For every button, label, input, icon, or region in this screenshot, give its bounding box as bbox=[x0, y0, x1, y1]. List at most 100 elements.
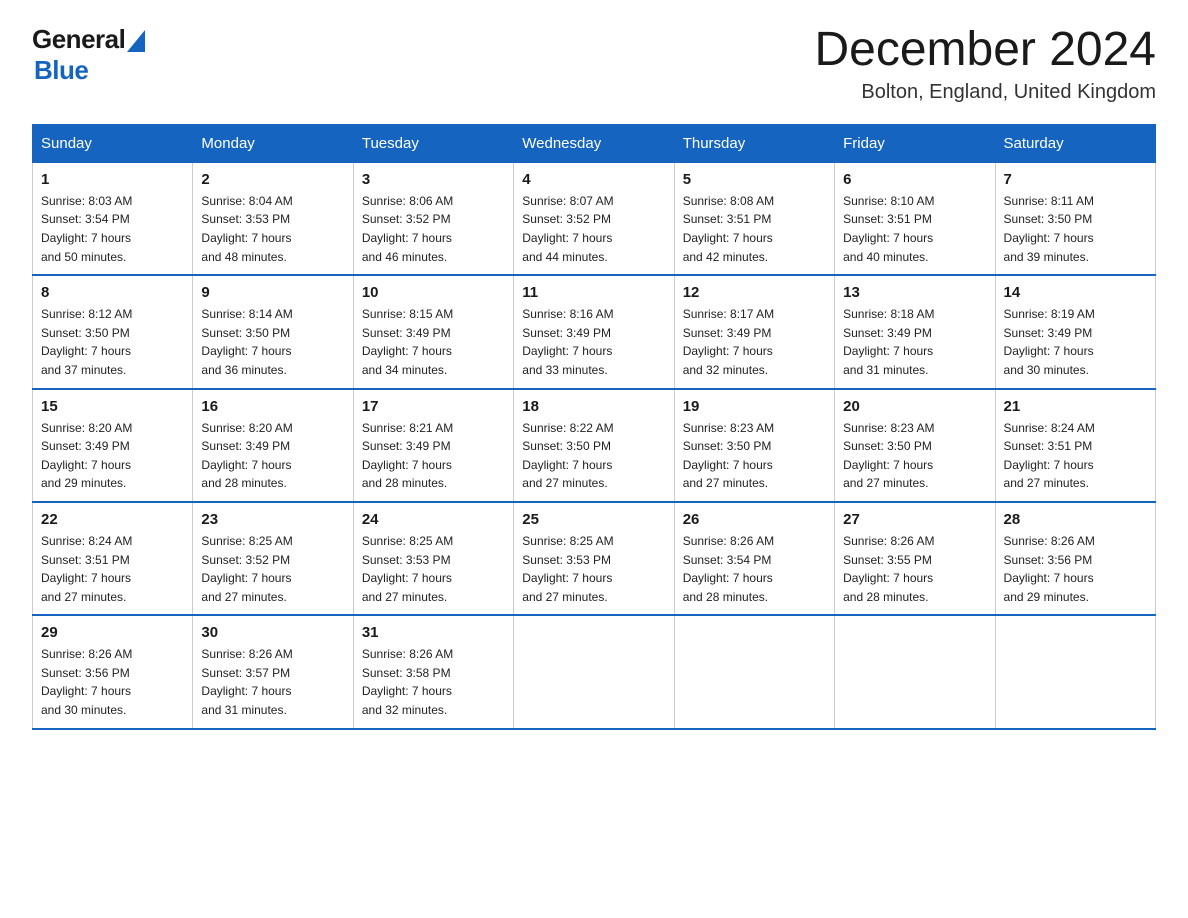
day-info: Sunrise: 8:20 AMSunset: 3:49 PMDaylight:… bbox=[41, 419, 184, 493]
col-saturday: Saturday bbox=[995, 124, 1155, 162]
calendar-cell: 2Sunrise: 8:04 AMSunset: 3:53 PMDaylight… bbox=[193, 162, 353, 275]
day-number: 28 bbox=[1004, 511, 1147, 528]
logo: General Blue bbox=[32, 24, 145, 86]
day-number: 29 bbox=[41, 624, 184, 641]
day-info: Sunrise: 8:26 AMSunset: 3:54 PMDaylight:… bbox=[683, 532, 826, 606]
calendar-cell: 22Sunrise: 8:24 AMSunset: 3:51 PMDayligh… bbox=[33, 502, 193, 615]
day-info: Sunrise: 8:23 AMSunset: 3:50 PMDaylight:… bbox=[683, 419, 826, 493]
day-info: Sunrise: 8:26 AMSunset: 3:56 PMDaylight:… bbox=[1004, 532, 1147, 606]
day-info: Sunrise: 8:06 AMSunset: 3:52 PMDaylight:… bbox=[362, 192, 505, 266]
day-info: Sunrise: 8:26 AMSunset: 3:58 PMDaylight:… bbox=[362, 645, 505, 719]
calendar-cell: 8 Sunrise: 8:12 AMSunset: 3:50 PMDaylight… bbox=[33, 275, 193, 388]
calendar-cell: 16 Sunrise: 8:20 AMSunset: 3:49 PMDayligh… bbox=[193, 389, 353, 502]
day-number: 17 bbox=[362, 398, 505, 415]
day-number: 5 bbox=[683, 171, 826, 188]
calendar-cell bbox=[995, 615, 1155, 728]
calendar-table: Sunday Monday Tuesday Wednesday Thursday… bbox=[32, 124, 1156, 730]
calendar-cell bbox=[514, 615, 674, 728]
calendar-cell: 9 Sunrise: 8:14 AMSunset: 3:50 PMDaylight… bbox=[193, 275, 353, 388]
day-info: Sunrise: 8:14 AMSunset: 3:50 PMDaylight:… bbox=[201, 305, 344, 379]
calendar-cell: 3Sunrise: 8:06 AMSunset: 3:52 PMDaylight… bbox=[353, 162, 513, 275]
col-sunday: Sunday bbox=[33, 124, 193, 162]
calendar-body: 1Sunrise: 8:03 AMSunset: 3:54 PMDaylight… bbox=[33, 162, 1156, 728]
day-number: 16 bbox=[201, 398, 344, 415]
day-info: Sunrise: 8:23 AMSunset: 3:50 PMDaylight:… bbox=[843, 419, 986, 493]
calendar-cell: 31 Sunrise: 8:26 AMSunset: 3:58 PMDayligh… bbox=[353, 615, 513, 728]
col-thursday: Thursday bbox=[674, 124, 834, 162]
day-number: 11 bbox=[522, 284, 665, 301]
calendar-cell: 18 Sunrise: 8:22 AMSunset: 3:50 PMDayligh… bbox=[514, 389, 674, 502]
calendar-cell: 4Sunrise: 8:07 AMSunset: 3:52 PMDaylight… bbox=[514, 162, 674, 275]
calendar-cell: 20 Sunrise: 8:23 AMSunset: 3:50 PMDayligh… bbox=[835, 389, 995, 502]
day-number: 12 bbox=[683, 284, 826, 301]
day-info: Sunrise: 8:07 AMSunset: 3:52 PMDaylight:… bbox=[522, 192, 665, 266]
day-number: 8 bbox=[41, 284, 184, 301]
calendar-week-row: 1Sunrise: 8:03 AMSunset: 3:54 PMDaylight… bbox=[33, 162, 1156, 275]
day-info: Sunrise: 8:11 AMSunset: 3:50 PMDaylight:… bbox=[1004, 192, 1147, 266]
calendar-cell: 14Sunrise: 8:19 AMSunset: 3:49 PMDayligh… bbox=[995, 275, 1155, 388]
calendar-cell: 7 Sunrise: 8:11 AMSunset: 3:50 PMDaylight… bbox=[995, 162, 1155, 275]
calendar-cell: 28 Sunrise: 8:26 AMSunset: 3:56 PMDayligh… bbox=[995, 502, 1155, 615]
logo-arrow-icon bbox=[127, 30, 145, 52]
month-title: December 2024 bbox=[814, 24, 1156, 77]
day-info: Sunrise: 8:12 AMSunset: 3:50 PMDaylight:… bbox=[41, 305, 184, 379]
day-info: Sunrise: 8:16 AMSunset: 3:49 PMDaylight:… bbox=[522, 305, 665, 379]
calendar-cell: 6Sunrise: 8:10 AMSunset: 3:51 PMDaylight… bbox=[835, 162, 995, 275]
title-section: December 2024 Bolton, England, United Ki… bbox=[814, 24, 1156, 104]
calendar-cell bbox=[835, 615, 995, 728]
calendar-cell: 24Sunrise: 8:25 AMSunset: 3:53 PMDayligh… bbox=[353, 502, 513, 615]
day-number: 9 bbox=[201, 284, 344, 301]
calendar-week-row: 15 Sunrise: 8:20 AMSunset: 3:49 PMDayligh… bbox=[33, 389, 1156, 502]
calendar-cell: 15 Sunrise: 8:20 AMSunset: 3:49 PMDayligh… bbox=[33, 389, 193, 502]
calendar-week-row: 22Sunrise: 8:24 AMSunset: 3:51 PMDayligh… bbox=[33, 502, 1156, 615]
calendar-week-row: 8 Sunrise: 8:12 AMSunset: 3:50 PMDaylight… bbox=[33, 275, 1156, 388]
day-info: Sunrise: 8:26 AMSunset: 3:57 PMDaylight:… bbox=[201, 645, 344, 719]
day-number: 26 bbox=[683, 511, 826, 528]
calendar-cell: 21 Sunrise: 8:24 AMSunset: 3:51 PMDayligh… bbox=[995, 389, 1155, 502]
day-info: Sunrise: 8:10 AMSunset: 3:51 PMDaylight:… bbox=[843, 192, 986, 266]
day-info: Sunrise: 8:25 AMSunset: 3:52 PMDaylight:… bbox=[201, 532, 344, 606]
calendar-cell: 25 Sunrise: 8:25 AMSunset: 3:53 PMDayligh… bbox=[514, 502, 674, 615]
day-info: Sunrise: 8:26 AMSunset: 3:55 PMDaylight:… bbox=[843, 532, 986, 606]
calendar-cell: 11 Sunrise: 8:16 AMSunset: 3:49 PMDayligh… bbox=[514, 275, 674, 388]
day-number: 31 bbox=[362, 624, 505, 641]
day-number: 15 bbox=[41, 398, 184, 415]
day-number: 20 bbox=[843, 398, 986, 415]
day-info: Sunrise: 8:17 AMSunset: 3:49 PMDaylight:… bbox=[683, 305, 826, 379]
day-number: 19 bbox=[683, 398, 826, 415]
day-number: 18 bbox=[522, 398, 665, 415]
day-info: Sunrise: 8:18 AMSunset: 3:49 PMDaylight:… bbox=[843, 305, 986, 379]
calendar-cell: 10Sunrise: 8:15 AMSunset: 3:49 PMDayligh… bbox=[353, 275, 513, 388]
calendar-header: Sunday Monday Tuesday Wednesday Thursday… bbox=[33, 124, 1156, 162]
calendar-cell: 30 Sunrise: 8:26 AMSunset: 3:57 PMDayligh… bbox=[193, 615, 353, 728]
calendar-cell: 23 Sunrise: 8:25 AMSunset: 3:52 PMDayligh… bbox=[193, 502, 353, 615]
day-number: 7 bbox=[1004, 171, 1147, 188]
calendar-cell: 29 Sunrise: 8:26 AMSunset: 3:56 PMDayligh… bbox=[33, 615, 193, 728]
day-info: Sunrise: 8:25 AMSunset: 3:53 PMDaylight:… bbox=[522, 532, 665, 606]
day-number: 21 bbox=[1004, 398, 1147, 415]
calendar-cell: 17 Sunrise: 8:21 AMSunset: 3:49 PMDayligh… bbox=[353, 389, 513, 502]
day-number: 2 bbox=[201, 171, 344, 188]
calendar-cell: 5 Sunrise: 8:08 AMSunset: 3:51 PMDaylight… bbox=[674, 162, 834, 275]
calendar-cell bbox=[674, 615, 834, 728]
day-info: Sunrise: 8:08 AMSunset: 3:51 PMDaylight:… bbox=[683, 192, 826, 266]
day-info: Sunrise: 8:20 AMSunset: 3:49 PMDaylight:… bbox=[201, 419, 344, 493]
day-info: Sunrise: 8:15 AMSunset: 3:49 PMDaylight:… bbox=[362, 305, 505, 379]
header-row: Sunday Monday Tuesday Wednesday Thursday… bbox=[33, 124, 1156, 162]
calendar-cell: 1Sunrise: 8:03 AMSunset: 3:54 PMDaylight… bbox=[33, 162, 193, 275]
day-info: Sunrise: 8:24 AMSunset: 3:51 PMDaylight:… bbox=[1004, 419, 1147, 493]
day-info: Sunrise: 8:19 AMSunset: 3:49 PMDaylight:… bbox=[1004, 305, 1147, 379]
day-info: Sunrise: 8:22 AMSunset: 3:50 PMDaylight:… bbox=[522, 419, 665, 493]
day-info: Sunrise: 8:25 AMSunset: 3:53 PMDaylight:… bbox=[362, 532, 505, 606]
day-info: Sunrise: 8:21 AMSunset: 3:49 PMDaylight:… bbox=[362, 419, 505, 493]
col-tuesday: Tuesday bbox=[353, 124, 513, 162]
day-info: Sunrise: 8:26 AMSunset: 3:56 PMDaylight:… bbox=[41, 645, 184, 719]
day-number: 30 bbox=[201, 624, 344, 641]
logo-blue-text: Blue bbox=[34, 55, 88, 86]
calendar-cell: 13Sunrise: 8:18 AMSunset: 3:49 PMDayligh… bbox=[835, 275, 995, 388]
col-wednesday: Wednesday bbox=[514, 124, 674, 162]
day-number: 25 bbox=[522, 511, 665, 528]
day-number: 23 bbox=[201, 511, 344, 528]
location-subtitle: Bolton, England, United Kingdom bbox=[814, 81, 1156, 104]
col-monday: Monday bbox=[193, 124, 353, 162]
